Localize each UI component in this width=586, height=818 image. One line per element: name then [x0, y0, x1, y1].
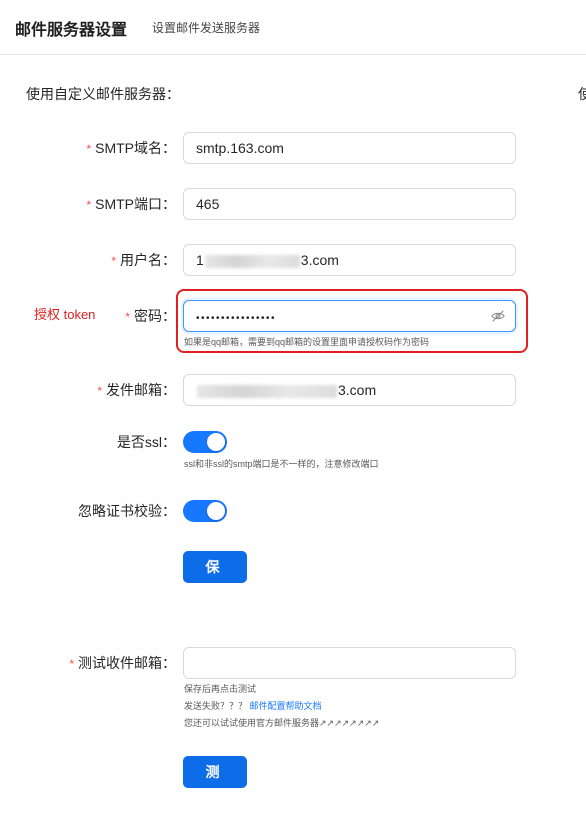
- username-value-prefix: 1: [196, 252, 204, 268]
- sender-input[interactable]: 3.com: [183, 374, 516, 406]
- switch-knob: [207, 502, 225, 520]
- test-help-line1: 保存后再点击测试: [184, 684, 257, 694]
- sender-label: * 发件邮箱：: [97, 382, 176, 398]
- smtp-host-label: * SMTP域名：: [86, 140, 176, 156]
- test-email-input[interactable]: [183, 647, 516, 679]
- test-help-line3: 您还可以试试使用官方邮件服务器↗↗↗↗↗↗↗↗: [184, 718, 380, 728]
- ignore-cert-switch[interactable]: [183, 500, 227, 522]
- annotation-highlight-box: [176, 289, 528, 353]
- smtp-port-input[interactable]: 465: [183, 188, 516, 220]
- mail-config-help-link[interactable]: 邮件配置帮助文档: [250, 701, 322, 711]
- page-subtitle: 设置邮件发送服务器: [152, 21, 261, 35]
- ssl-help: ssl和非ssl的smtp端口是不一样的，注意修改端口: [184, 459, 379, 469]
- redacted-blur: [204, 254, 300, 268]
- smtp-port-label: * SMTP端口：: [86, 196, 176, 212]
- password-label: * 密码：: [125, 308, 176, 324]
- page-title: 邮件服务器设置: [15, 22, 128, 39]
- save-button[interactable]: 保存: [183, 551, 247, 607]
- ssl-label: 是否ssl：: [116, 434, 176, 450]
- smtp-host-input[interactable]: smtp.163.com: [183, 132, 516, 164]
- username-label: * 用户名：: [111, 252, 176, 268]
- test-help-line2: 发送失败？？？ 邮件配置帮助文档: [184, 701, 322, 711]
- sender-value-suffix: 3.com: [338, 382, 377, 398]
- required-mark: *: [97, 384, 102, 398]
- page-header: 邮件服务器设置 设置邮件发送服务器: [0, 0, 586, 55]
- required-mark: *: [86, 142, 92, 156]
- custom-server-label: 使用自定义邮件服务器：: [26, 86, 180, 102]
- username-value-suffix: 3.com: [300, 252, 339, 268]
- annotation-label: 授权 token: [34, 307, 96, 322]
- required-mark: *: [125, 310, 130, 324]
- ignore-cert-label: 忽略证书校验：: [78, 503, 176, 519]
- test-email-label: * 测试收件邮箱：: [69, 655, 176, 671]
- custom-server-label-right-cut: 使: [578, 86, 586, 102]
- username-input[interactable]: 1 3.com: [183, 244, 516, 276]
- required-mark: *: [86, 198, 92, 212]
- ssl-switch[interactable]: [183, 431, 227, 453]
- test-button[interactable]: 测试: [183, 756, 247, 812]
- redacted-blur: [197, 384, 337, 398]
- required-mark: *: [111, 254, 116, 268]
- switch-knob: [207, 433, 225, 451]
- required-mark: *: [69, 657, 74, 671]
